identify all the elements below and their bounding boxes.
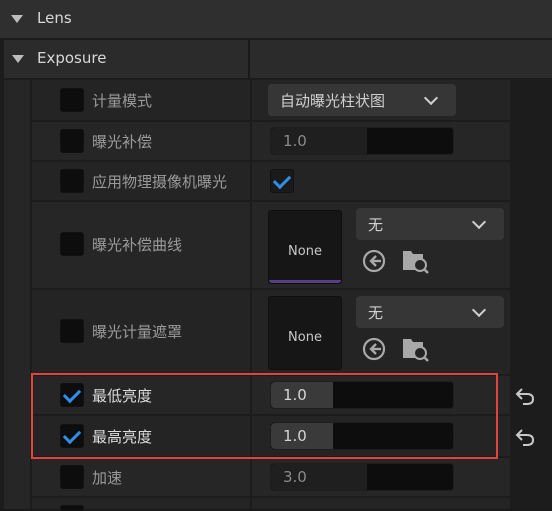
lens-section-label: Lens <box>37 9 72 27</box>
property-row-name: 计量模式 <box>32 80 250 120</box>
property-row-value: 3.0 <box>252 458 510 496</box>
apply-physical-camera-checkbox[interactable] <box>270 169 294 193</box>
property-row-value <box>252 498 510 509</box>
exposure-section-header[interactable]: Exposure <box>4 40 552 78</box>
metering-mode-dropdown[interactable]: 自动曝光柱状图 <box>268 84 456 116</box>
property-checkbox[interactable] <box>60 319 84 343</box>
expand-triangle-icon <box>12 55 24 63</box>
lens-section-header[interactable]: Lens <box>0 0 552 38</box>
dropdown-value: 自动曝光柱状图 <box>280 92 386 110</box>
browse-asset-icon[interactable] <box>362 249 386 273</box>
property-label: 应用物理摄像机曝光 <box>92 173 228 191</box>
mask-asset-thumbnail[interactable]: None <box>268 296 342 370</box>
chevron-down-icon <box>471 214 487 230</box>
speed-up-field[interactable]: 3.0 <box>270 463 454 491</box>
property-row-name: 曝光补偿 <box>32 122 250 160</box>
asset-type-bar <box>269 280 341 283</box>
property-checkbox[interactable] <box>60 129 84 153</box>
find-in-content-browser-icon[interactable] <box>402 336 430 362</box>
property-label: 加速 <box>92 469 123 487</box>
field-value: 1.0 <box>283 132 307 150</box>
field-value: 3.0 <box>283 468 307 486</box>
property-label: 曝光计量遮罩 <box>92 323 183 341</box>
property-checkbox[interactable] <box>60 505 84 511</box>
property-row-value: 自动曝光柱状图 <box>252 80 510 120</box>
thumbnail-label: None <box>288 244 322 259</box>
thumbnail-label: None <box>288 330 322 345</box>
dropdown-value: 无 <box>368 304 384 322</box>
curve-asset-dropdown[interactable]: 无 <box>356 208 504 240</box>
property-row-name: 曝光计量遮罩 <box>32 290 250 374</box>
property-checkbox[interactable] <box>60 465 84 489</box>
column-divider <box>248 40 250 78</box>
property-row-name: 应用物理摄像机曝光 <box>32 162 250 200</box>
find-in-content-browser-icon[interactable] <box>402 248 430 274</box>
chevron-down-icon <box>471 302 487 318</box>
chevron-down-icon <box>423 90 439 106</box>
property-checkbox[interactable] <box>60 88 84 112</box>
property-row-name <box>32 498 250 511</box>
property-checkbox[interactable] <box>60 232 84 256</box>
property-row-value: 1.0 <box>252 122 510 160</box>
reset-to-default-icon[interactable] <box>514 426 536 448</box>
property-checkbox[interactable] <box>60 169 84 193</box>
dropdown-value: 无 <box>368 216 384 234</box>
property-row-value <box>252 162 510 200</box>
mask-asset-dropdown[interactable]: 无 <box>356 296 504 328</box>
property-label: 曝光补偿 <box>92 133 153 151</box>
reset-to-default-icon[interactable] <box>514 385 536 407</box>
curve-asset-thumbnail[interactable]: None <box>268 210 342 284</box>
exposure-section-label: Exposure <box>37 49 107 67</box>
property-row-name: 曝光补偿曲线 <box>32 202 250 288</box>
highlight-box <box>31 373 498 459</box>
indent-gutter <box>4 80 30 509</box>
property-label: 曝光补偿曲线 <box>92 236 183 254</box>
exposure-comp-field[interactable]: 1.0 <box>270 127 454 155</box>
browse-asset-icon[interactable] <box>362 337 386 361</box>
property-row-value: None 无 <box>252 202 510 288</box>
property-label: 计量模式 <box>92 92 153 110</box>
property-row-name: 加速 <box>32 458 250 496</box>
expand-triangle-icon <box>11 15 23 23</box>
property-row-value: None 无 <box>252 290 510 374</box>
